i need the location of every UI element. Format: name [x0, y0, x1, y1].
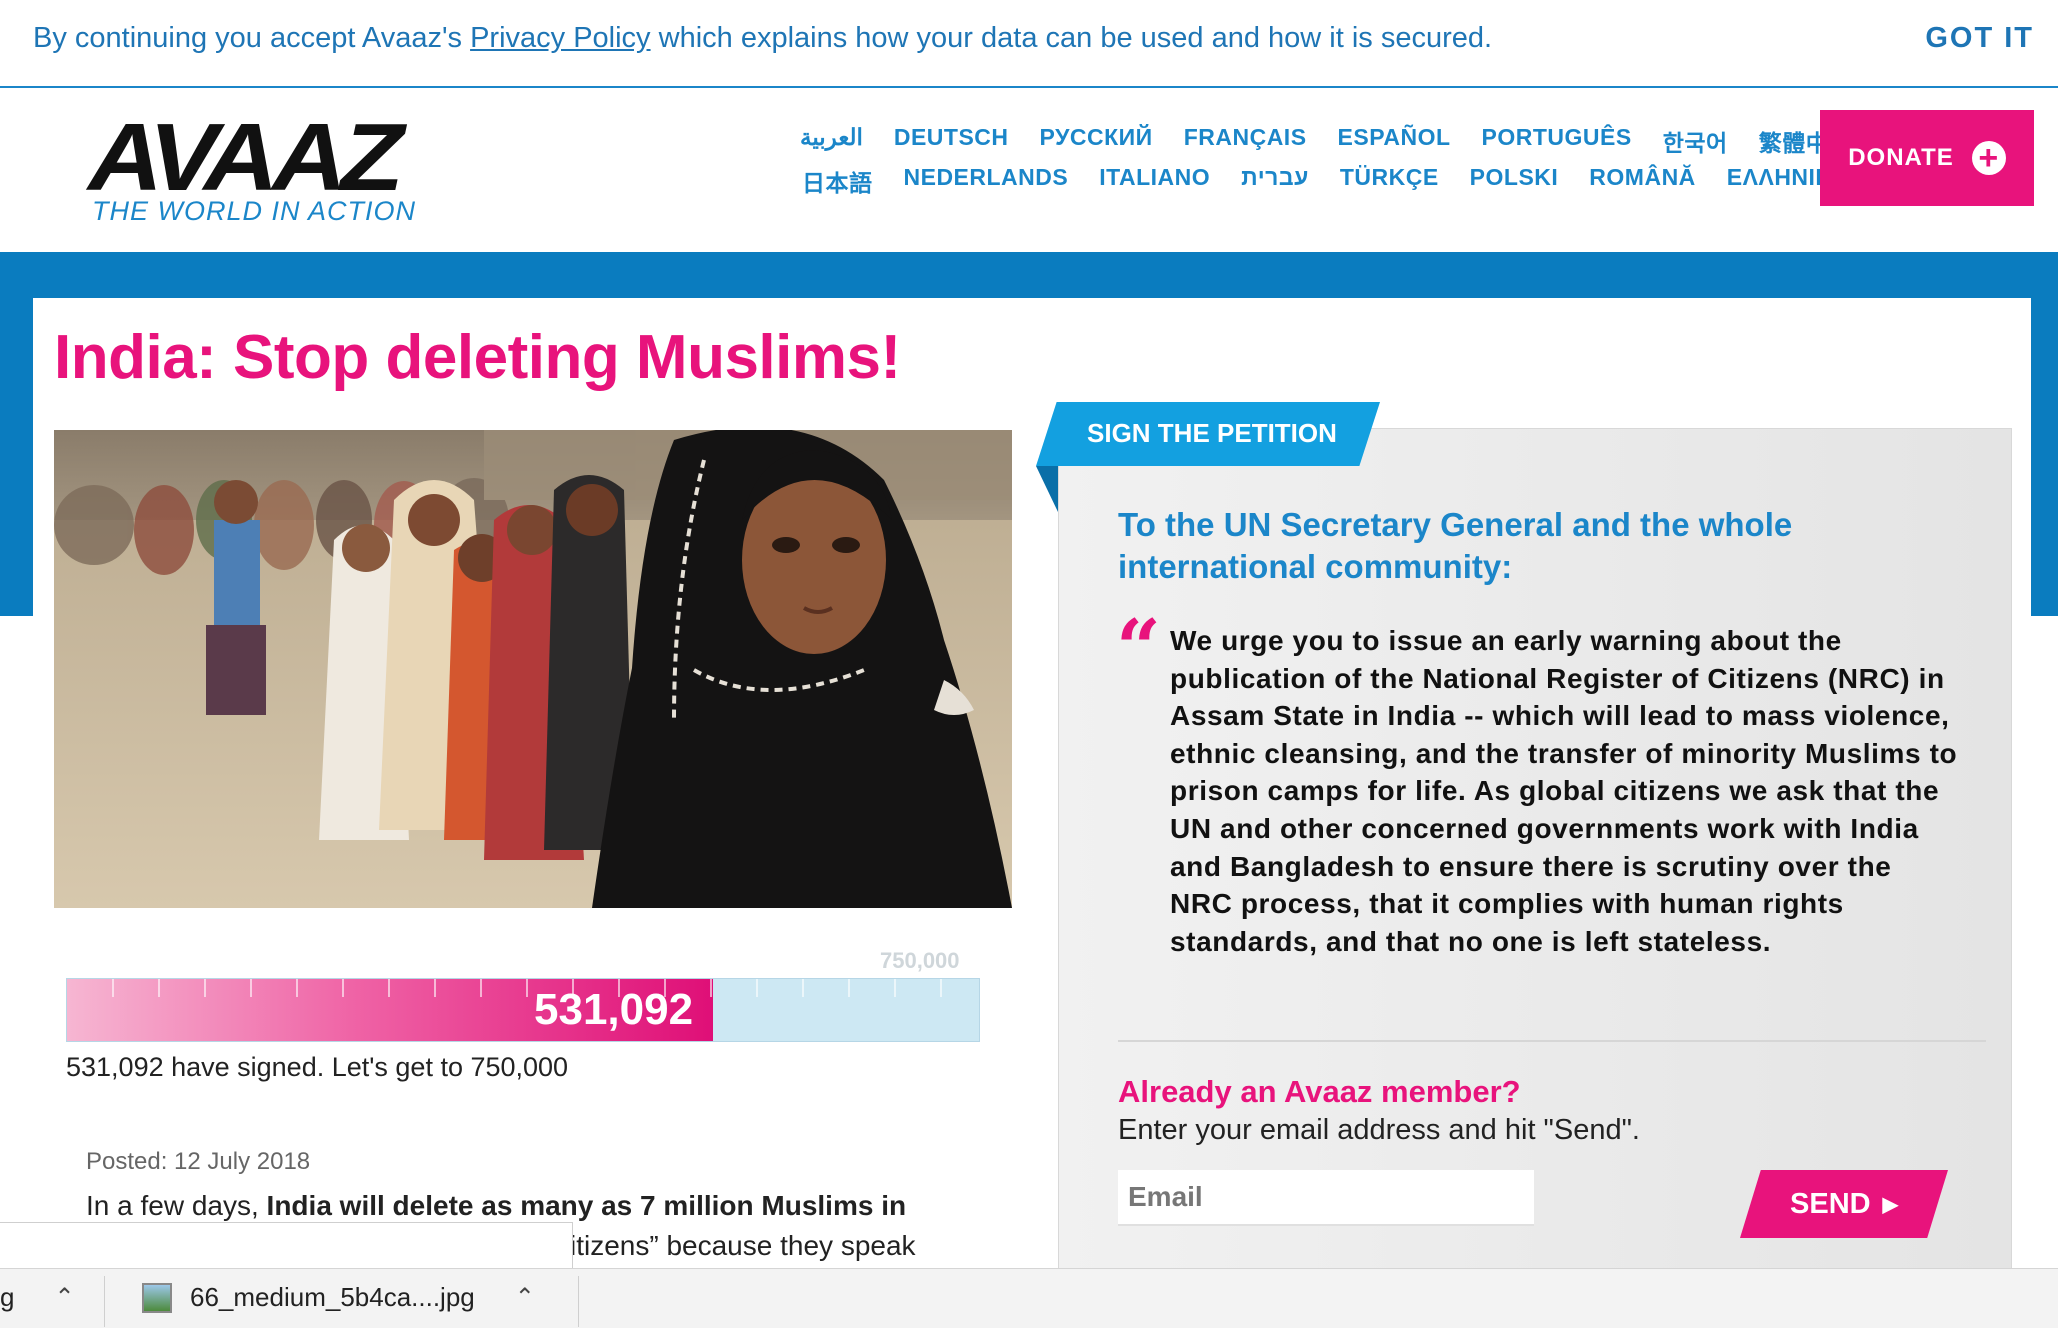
cookie-message: By continuing you accept Avaaz's Privacy… — [33, 22, 1492, 55]
cookie-text-suffix: which explains how your data can be used… — [650, 22, 1493, 54]
language-row-1: العربية DEUTSCH РУССКИЙ FRANÇAIS ESPAÑOL… — [800, 124, 1853, 158]
lang-korean[interactable]: 한국어 — [1663, 124, 1728, 158]
signature-count: 531,092 — [534, 985, 694, 1034]
lang-italiano[interactable]: ITALIANO — [1099, 164, 1210, 198]
chevron-up-icon[interactable]: ⌃ — [515, 1283, 535, 1312]
petition-text: We urge you to issue an early warning ab… — [1170, 625, 1958, 957]
plus-icon: + — [1971, 141, 2006, 175]
signed-summary: 531,092 have signed. Let's get to 750,00… — [66, 1052, 569, 1082]
language-row-2: 日本語 NEDERLANDS ITALIANO עברית TÜRKÇE POL… — [802, 164, 1850, 198]
email-field[interactable] — [1118, 1170, 1534, 1226]
send-button[interactable]: SEND ▶ — [1740, 1170, 1948, 1238]
lang-portugues[interactable]: PORTUGUÊS — [1482, 124, 1632, 158]
logo-tagline: THE WORLD IN ACTION — [92, 196, 417, 226]
download-item-1-name: g — [0, 1282, 15, 1312]
download-item-2-name: 66_medium_5b4ca....jpg — [190, 1282, 475, 1312]
sign-petition-label: SIGN THE PETITION — [1087, 418, 1337, 448]
logo-wordmark: AVAAZ — [88, 104, 404, 211]
posted-date: Posted: 12 July 2018 — [86, 1148, 311, 1175]
body-bold: India will delete as many as 7 million M… — [266, 1190, 907, 1221]
lang-espanol[interactable]: ESPAÑOL — [1338, 124, 1451, 158]
image-file-icon — [142, 1282, 172, 1313]
chevron-up-icon[interactable]: ⌃ — [54, 1283, 74, 1312]
lang-arabic[interactable]: العربية — [800, 124, 863, 158]
lang-turkce[interactable]: TÜRKÇE — [1340, 164, 1439, 198]
send-label: SEND — [1790, 1187, 1871, 1220]
progress-ticks — [112, 979, 942, 997]
download-separator — [578, 1276, 579, 1327]
avaaz-logo[interactable]: AVAAZ THE WORLD IN ACTION — [88, 110, 418, 228]
lang-deutsch[interactable]: DEUTSCH — [894, 124, 1009, 158]
download-popup — [0, 1222, 573, 1272]
lang-francais[interactable]: FRANÇAIS — [1184, 124, 1307, 158]
body-prefix: In a few days, — [86, 1190, 267, 1221]
lang-russian[interactable]: РУССКИЙ — [1040, 124, 1153, 158]
arrow-right-icon: ▶ — [1882, 1193, 1898, 1216]
campaign-title: India: Stop deleting Muslims! — [54, 323, 901, 392]
lang-nederlands[interactable]: NEDERLANDS — [904, 164, 1069, 198]
privacy-policy-link[interactable]: Privacy Policy — [470, 22, 651, 54]
quote-icon: “ — [1116, 603, 1161, 694]
petition-recipient: To the UN Secretary General and the whol… — [1118, 506, 1793, 585]
cookie-banner: By continuing you accept Avaaz's Privacy… — [0, 0, 2058, 88]
download-separator — [104, 1276, 105, 1327]
lang-polski[interactable]: POLSKI — [1470, 164, 1559, 198]
download-item-2[interactable]: 66_medium_5b4ca....jpg ⌃ — [142, 1268, 535, 1327]
lang-japanese[interactable]: 日本語 — [802, 164, 873, 198]
lang-hebrew[interactable]: עברית — [1241, 164, 1309, 198]
donate-label: DONATE — [1848, 144, 1954, 171]
download-item-1[interactable]: g ⌃ — [0, 1268, 75, 1327]
cookie-text-prefix: By continuing you accept Avaaz's — [33, 22, 471, 54]
photo-illustration — [54, 430, 1012, 908]
lang-romana[interactable]: ROMÂNĂ — [1589, 164, 1696, 198]
got-it-button[interactable]: GOT IT — [1925, 22, 2034, 55]
member-instructions: Enter your email address and hit "Send". — [1118, 1114, 1640, 1146]
signature-progress-bar: 531,092 — [66, 978, 980, 1042]
campaign-photo — [54, 430, 1012, 908]
goal-label: 750,000 — [880, 948, 960, 973]
member-heading: Already an Avaaz member? — [1118, 1074, 1521, 1109]
body-line-2: itizens” because they speak — [570, 1230, 916, 1261]
donate-button[interactable]: DONATE + — [1820, 110, 2034, 206]
panel-divider — [1118, 1040, 1986, 1042]
